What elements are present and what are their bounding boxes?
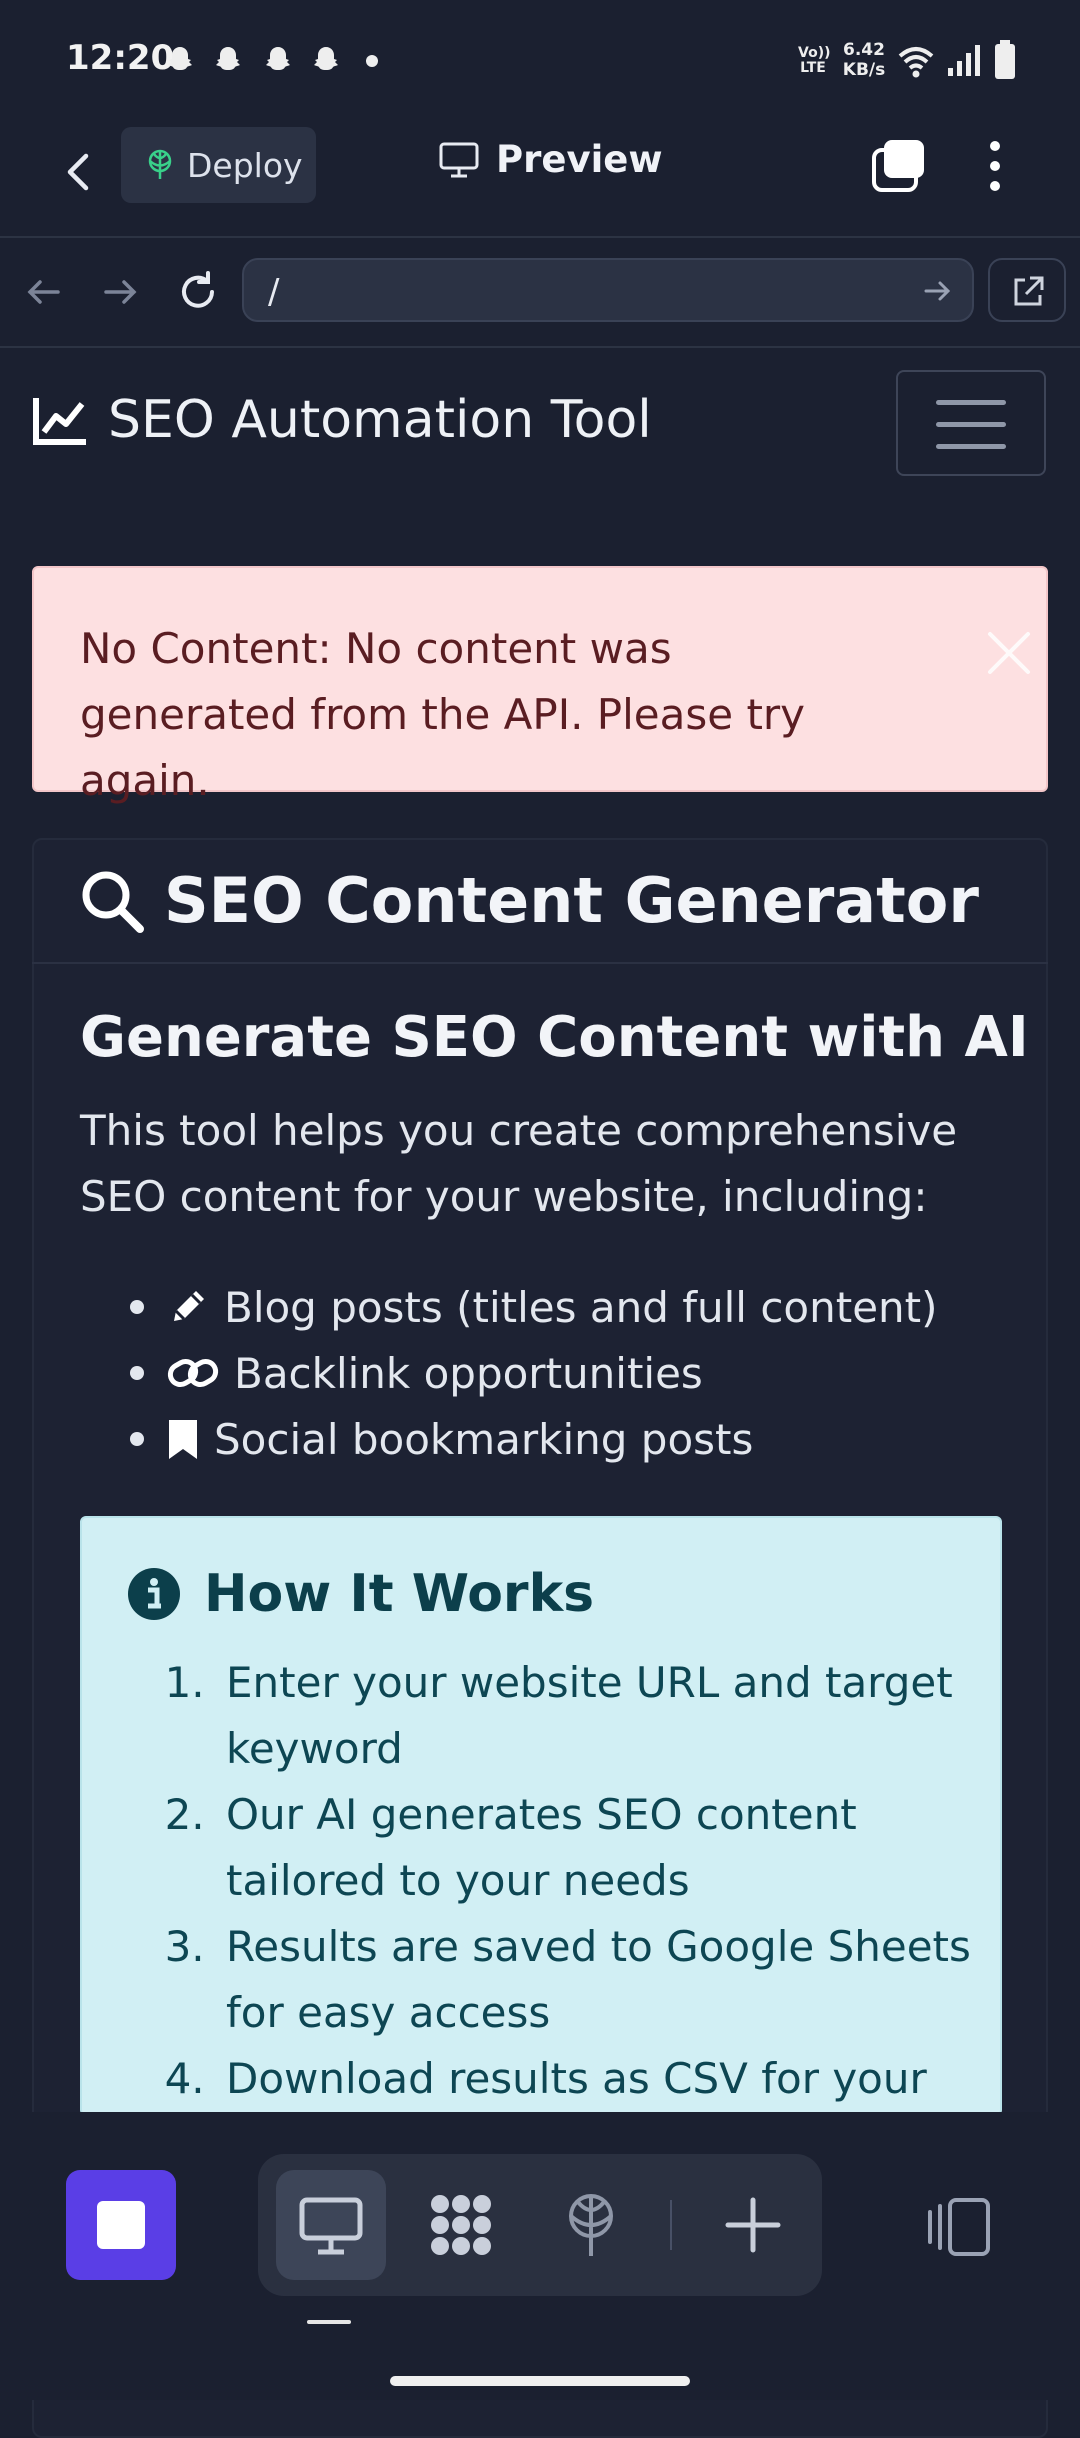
chart-line-icon <box>33 398 86 445</box>
list-item: Our AI generates SEO content tailored to… <box>218 1782 978 1914</box>
link-icon <box>167 1359 219 1387</box>
wifi-icon <box>898 47 934 78</box>
hamburger-icon <box>936 400 1006 405</box>
network-speed: 6.42 KB/s <box>842 40 886 80</box>
view-switcher <box>258 2154 822 2296</box>
bookmark-icon <box>169 1420 197 1459</box>
close-alert-button[interactable] <box>984 628 1034 678</box>
go-arrow-icon[interactable] <box>922 276 952 306</box>
more-options-button[interactable] <box>975 136 1015 196</box>
intro-text: This tool helps you create comprehensive… <box>80 1106 958 1221</box>
deploy-label: Deploy <box>187 145 303 185</box>
open-external-button[interactable] <box>988 258 1066 322</box>
nav-forward-button[interactable] <box>96 268 144 316</box>
signal-icon <box>948 45 980 76</box>
feature-label: Backlink opportunities <box>234 1348 703 1398</box>
steps-list: Enter your website URL and target keywor… <box>166 1650 978 2112</box>
error-alert: No Content: No content was generated fro… <box>32 566 1048 805</box>
brand-title: SEO Automation Tool <box>108 390 652 450</box>
feature-label: Blog posts (titles and full content) <box>224 1282 938 1332</box>
info-icon <box>128 1568 180 1620</box>
deploy-icon <box>148 149 172 179</box>
preview-label: Preview <box>496 138 663 181</box>
battery-icon <box>995 40 1015 79</box>
list-item: Download results as CSV for your <box>218 2046 978 2112</box>
stop-button[interactable] <box>66 2170 176 2280</box>
deploy-button[interactable]: Deploy <box>121 127 316 203</box>
snapchat-icon <box>314 47 338 70</box>
site-brand[interactable]: SEO Automation Tool <box>32 390 652 450</box>
add-icon[interactable] <box>718 2190 788 2260</box>
monitor-icon <box>439 142 479 177</box>
nav-back-button[interactable] <box>20 268 68 316</box>
url-value: / <box>268 272 280 312</box>
home-indicator <box>390 2376 690 2386</box>
list-item: Social bookmarking posts <box>130 1406 938 1472</box>
app-bar: Deploy Preview <box>0 120 1080 238</box>
active-indicator <box>307 2320 351 2324</box>
list-item: Backlink opportunities <box>130 1340 938 1406</box>
tabs-button[interactable] <box>868 136 928 196</box>
deploy-icon[interactable] <box>556 2190 626 2260</box>
preview-view-button[interactable] <box>276 2170 386 2280</box>
how-it-works-header: How It Works <box>126 1564 594 1624</box>
status-time: 12:20 <box>66 38 175 78</box>
list-item: Enter your website URL and target keywor… <box>218 1650 978 1782</box>
card-header: SEO Content Generator <box>32 838 1048 964</box>
search-icon <box>82 871 144 933</box>
list-item: Blog posts (titles and full content) <box>130 1274 938 1340</box>
snapchat-icon <box>168 47 192 70</box>
back-button[interactable] <box>50 142 110 202</box>
workspace-icon[interactable] <box>426 2190 496 2260</box>
snapchat-icon <box>216 47 240 70</box>
how-it-works-box: How It Works Enter your website URL and … <box>80 1516 1002 2116</box>
bottom-toolbar <box>0 2112 1080 2400</box>
pencil-icon <box>174 1291 204 1321</box>
feature-label: Social bookmarking posts <box>214 1414 754 1464</box>
network-type: Vo)) LTE <box>798 45 831 76</box>
card-title: SEO Content Generator <box>164 864 979 937</box>
section-heading: Generate SEO Content with AI <box>80 1005 1029 1070</box>
external-link-icon <box>1014 276 1044 306</box>
reload-button[interactable] <box>174 268 222 316</box>
preview-tab[interactable]: Preview <box>438 138 663 181</box>
sidebar-toggle-button[interactable] <box>924 2192 994 2262</box>
url-input[interactable]: / <box>242 258 974 322</box>
feature-list: Blog posts (titles and full content) Bac… <box>130 1274 938 1472</box>
menu-toggle-button[interactable] <box>896 370 1046 476</box>
monitor-icon <box>299 2197 363 2255</box>
list-item: Results are saved to Google Sheets for e… <box>218 1914 978 2046</box>
browser-nav-bar: / <box>0 238 1080 348</box>
status-bar: 12:20 Vo)) LTE 6.42 KB/s <box>0 0 1080 120</box>
snapchat-icon <box>266 47 290 70</box>
notification-dot <box>366 55 378 67</box>
alert-message: No Content: No content was generated fro… <box>80 624 806 805</box>
stop-icon <box>97 2201 145 2249</box>
how-it-works-title: How It Works <box>204 1564 595 1624</box>
